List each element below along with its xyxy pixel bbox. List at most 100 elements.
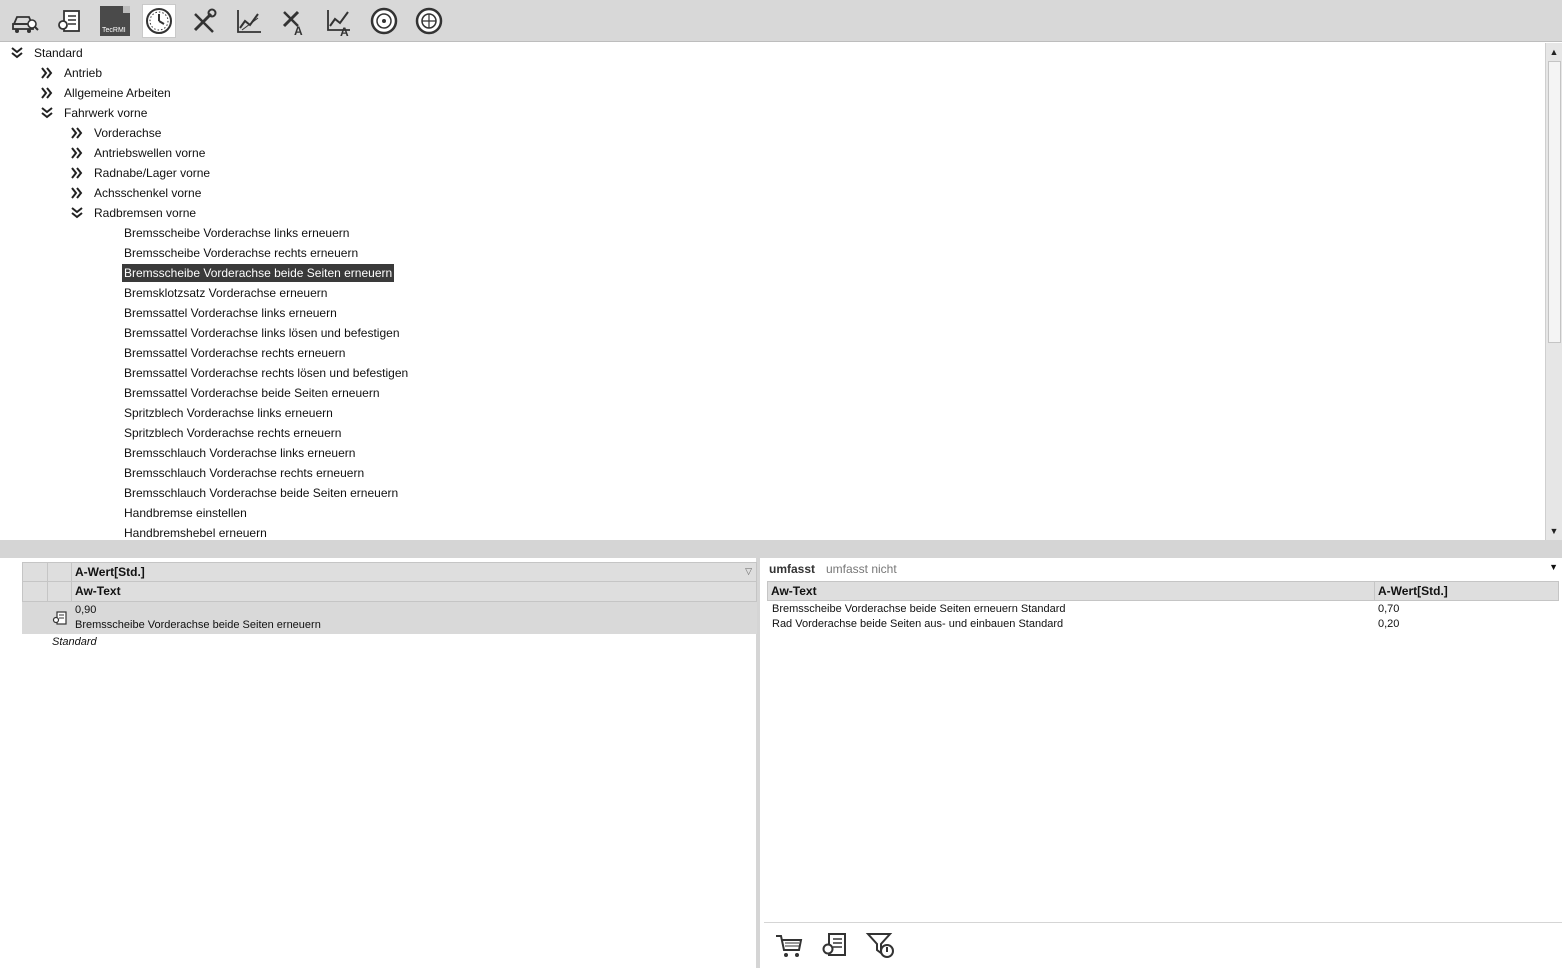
tree-item-label: Antriebswellen vorne [94,146,206,160]
chevron-double-right-icon[interactable] [70,146,84,160]
tree-item[interactable]: Spritzblech Vorderachse links erneuern [2,403,1542,423]
tree-item[interactable]: Bremsscheibe Vorderachse links erneuern [2,223,1542,243]
chart-a-button[interactable]: A [322,4,356,38]
tree-item[interactable]: Bremsschlauch Vorderachse beide Seiten e… [2,483,1542,503]
column-header-aw-text[interactable]: Aw-Text [771,582,817,600]
scroll-up-icon[interactable]: ▲ [1546,45,1562,59]
chevron-double-right-icon[interactable] [70,166,84,180]
tree-item[interactable]: Bremsschlauch Vorderachse rechts erneuer… [2,463,1542,483]
tree-item[interactable]: Standard [2,43,1542,63]
tree-item-label: Radnabe/Lager vorne [94,166,211,180]
chevron-down-icon[interactable]: ▼ [1549,562,1558,572]
chevron-double-right-icon[interactable] [70,186,84,200]
table-row[interactable]: Bremsscheibe Vorderachse beide Seiten er… [767,602,1559,617]
chevron-double-right-icon[interactable] [40,66,54,80]
tecrmi-button[interactable]: TecRMI [98,4,132,38]
vehicle-search-button[interactable] [8,4,42,38]
chevron-double-right-icon[interactable] [70,126,84,140]
includes-filter[interactable]: umfasst umfasst nicht ▼ [764,560,1562,578]
vehicle-search-icon [12,16,39,33]
column-header-a-wert[interactable]: A-Wert[Std.] [1374,582,1448,600]
wheel-button[interactable] [367,4,401,38]
tree-item-label: Bremsschlauch Vorderachse links erneuern [124,446,356,460]
add-to-cart-button[interactable] [773,929,805,961]
filter-reset-button[interactable] [865,929,897,961]
included-table-header: Aw-Text A-Wert[Std.] [767,581,1559,601]
chart-button[interactable] [232,4,266,38]
tree-item-label: Bremssattel Vorderachse beide Seiten ern… [124,386,380,400]
chevron-double-down-icon[interactable] [70,206,84,220]
tree-item-label: Handbremse einstellen [124,506,247,520]
column-header-a-wert[interactable]: A-Wert[Std.] ▽ [22,562,757,582]
work-items-tree: Standard Antrieb Allgemeine Arbeiten Fahrwe… [2,43,1544,540]
chevron-double-right-icon[interactable] [40,86,54,100]
panel-splitter[interactable] [0,540,1562,558]
tree-item[interactable]: Fahrwerk vorne [2,103,1542,123]
excludes-label[interactable]: umfasst nicht [826,562,897,576]
table-row[interactable]: 0,90 Bremsscheibe Vorderachse beide Seit… [22,602,757,634]
tree-item[interactable]: Radbremsen vorne [2,203,1542,223]
clock-icon [146,8,172,34]
tools-icon [193,8,217,33]
tree-item[interactable]: Achsschenkel vorne [2,183,1542,203]
cart-icon [776,935,803,957]
group-label: Standard [52,636,97,648]
chevron-double-down-icon[interactable] [40,106,54,120]
tree-item-label: Radbremsen vorne [94,206,197,220]
service-document-icon [822,933,846,956]
tree-item-label: Bremssattel Vorderachse links erneuern [124,306,337,320]
tree-item-label: Bremsscheibe Vorderachse rechts erneuern [124,246,359,260]
tree-item[interactable]: Bremssattel Vorderachse rechts erneuern [2,343,1542,363]
wheel-alt-icon [415,7,443,35]
row-value: 0,90 [75,604,97,616]
wheel-icon [370,7,398,35]
tree-item[interactable]: Radnabe/Lager vorne [2,163,1542,183]
service-document-icon [58,10,80,32]
tree-item-label: Bremsschlauch Vorderachse rechts erneuer… [124,466,365,480]
service-document-button[interactable] [53,4,87,38]
sort-indicator-icon[interactable]: ▽ [745,566,752,577]
tree-item[interactable]: Vorderachse [2,123,1542,143]
tree-item[interactable]: Antriebswellen vorne [2,143,1542,163]
tecrmi-logo-icon: TecRMI [100,6,130,36]
tree-item[interactable]: Handbremse einstellen [2,503,1542,523]
tree-item-label: Spritzblech Vorderachse links erneuern [124,406,333,420]
tools-button[interactable] [187,4,221,38]
service-document-button[interactable] [819,929,851,961]
tree-item-label: Bremsscheibe Vorderachse links erneuern [124,226,350,240]
tree-item[interactable]: Bremssattel Vorderachse beide Seiten ern… [2,383,1542,403]
tree-item[interactable]: Allgemeine Arbeiten [2,83,1542,103]
tree-scrollbar[interactable]: ▲ ▼ [1545,43,1562,540]
filter-reset-icon [865,933,894,958]
svg-text:A: A [340,25,349,36]
work-times-button[interactable] [142,4,176,38]
table-row[interactable]: Rad Vorderachse beide Seiten aus- und ei… [767,617,1559,632]
tree-item[interactable]: Bremssattel Vorderachse rechts lösen und… [2,363,1542,383]
column-header-aw-text[interactable]: Aw-Text [22,582,757,602]
tree-item[interactable]: Bremssattel Vorderachse links erneuern [2,303,1542,323]
tree-item-label: Antrieb [64,66,103,80]
chevron-double-down-icon[interactable] [10,46,24,60]
wheel-alt-button[interactable] [412,4,446,38]
tree-item[interactable]: Bremsschlauch Vorderachse links erneuern [2,443,1542,463]
tree-item-label: Bremsscheibe Vorderachse beide Seiten er… [122,264,395,282]
svg-text:A: A [294,24,303,36]
tree-item[interactable]: Antrieb [2,63,1542,83]
tree-item[interactable]: Bremsklotzsatz Vorderachse erneuern [2,283,1542,303]
tree-item[interactable]: Bremsscheibe Vorderachse rechts erneuern [2,243,1542,263]
tree-item-label: Bremssattel Vorderachse links lösen und … [124,326,400,340]
selected-work-panel: A-Wert[Std.] ▽ Aw-Text 0,90 Bremsscheibe… [0,558,760,968]
tree-item-label: Spritzblech Vorderachse rechts erneuern [124,426,342,440]
tree-item[interactable]: Spritzblech Vorderachse rechts erneuern [2,423,1542,443]
chart-icon [237,10,261,33]
scroll-down-icon[interactable]: ▼ [1546,524,1562,538]
chart-a-icon: A [327,10,350,36]
includes-label[interactable]: umfasst [769,562,815,576]
tree-item[interactable]: Handbremshebel erneuern [2,523,1542,540]
scrollbar-thumb[interactable] [1548,61,1561,343]
tree-item[interactable]: Bremssattel Vorderachse links lösen und … [2,323,1542,343]
action-bar [764,922,1562,969]
tree-item[interactable]: Bremsscheibe Vorderachse beide Seiten er… [2,263,1542,283]
tools-a-button[interactable]: A [277,4,311,38]
row-text: Bremsscheibe Vorderachse beide Seiten er… [75,619,321,631]
